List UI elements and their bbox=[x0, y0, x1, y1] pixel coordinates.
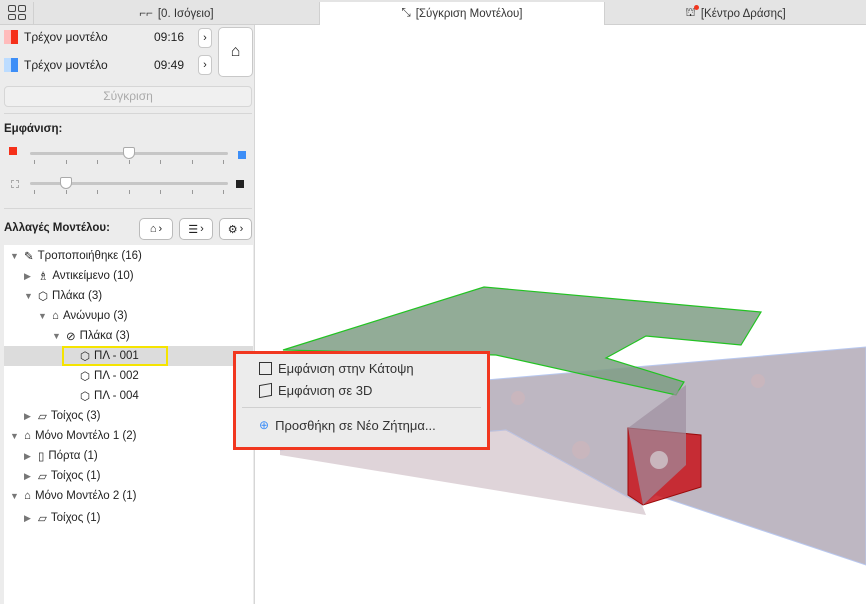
building-icon: ⌂ bbox=[24, 490, 31, 502]
plan-view-icon bbox=[259, 361, 272, 375]
transparent-square-icon bbox=[11, 180, 19, 188]
model-1-select-button[interactable]: › bbox=[198, 28, 212, 48]
tab-action-center[interactable]: ⛫ [Κέντρο Δράσης] bbox=[604, 2, 866, 25]
tab-floor-plan[interactable]: ⌐⌐ [0. Ισόγειο] bbox=[33, 2, 319, 25]
tree-item[interactable]: ▼ ⌂ Ανώνυμο (3) bbox=[38, 306, 127, 326]
changes-tree: ▼ ✎ Τροποποιήθηκε (16) ▶ ♗ Αντικείμενο (10) … bbox=[4, 245, 253, 604]
display-label: Εμφάνιση: bbox=[4, 123, 63, 135]
add-issue-icon: ⊕ bbox=[259, 418, 270, 432]
model-row-2: Τρέχον μοντέλο 09:49 bbox=[4, 58, 184, 72]
floor-plan-icon: ⌐⌐ bbox=[139, 7, 153, 20]
model-row-1: Τρέχον μοντέλο 09:16 bbox=[4, 30, 184, 44]
checklist-icon: ☰ bbox=[188, 223, 199, 236]
slab-icon: ⬡ bbox=[80, 371, 91, 383]
tree-item[interactable]: ▼ ⌂ Μόνο Μοντέλο 2 (1) bbox=[10, 486, 136, 506]
checklist-button[interactable]: ☰ › bbox=[179, 218, 213, 240]
wall-icon: ▱ bbox=[38, 471, 47, 483]
red-swatch-icon bbox=[4, 30, 18, 44]
3d-viewport[interactable] bbox=[256, 25, 866, 604]
overlay-slider-thumb[interactable] bbox=[123, 147, 135, 159]
blue-swatch-icon bbox=[4, 58, 18, 72]
model-2-select-button[interactable]: › bbox=[198, 55, 212, 75]
filter-button[interactable]: ⌂ › bbox=[139, 218, 173, 240]
slab-icon: ⬡ bbox=[38, 291, 49, 303]
layer-icon: ⊘ bbox=[66, 331, 76, 343]
tree-item-selected[interactable]: ⬡ ΠΛ - 001 bbox=[80, 346, 139, 366]
tab-bar: ⌐⌐ [0. Ισόγειο] ⤡ [Σύγκριση Μοντέλου] ⛫ [Κέ… bbox=[0, 0, 866, 25]
blue-overlay-icon bbox=[238, 151, 246, 159]
tree-item[interactable]: ▼ ⌂ Μόνο Μοντέλο 1 (2) bbox=[10, 426, 136, 446]
model-3d-render bbox=[279, 286, 866, 566]
slab-icon: ⬡ bbox=[80, 391, 91, 403]
tree-item[interactable]: ▶ ▱ Τοίχος (1) bbox=[24, 508, 101, 528]
tree-item[interactable]: ▶ ▱ Τοίχος (1) bbox=[24, 466, 101, 486]
tab-model-compare[interactable]: ⤡ [Σύγκριση Μοντέλου] bbox=[319, 2, 604, 25]
swap-models-button[interactable]: ⌂ bbox=[218, 27, 253, 77]
slab-icon: ⬡ bbox=[80, 351, 91, 363]
tree-item[interactable]: ⬡ ΠΛ - 002 bbox=[80, 366, 139, 386]
lighthouse-icon: ⛫ bbox=[685, 5, 699, 21]
cube-icon bbox=[259, 382, 272, 398]
settings-button[interactable]: ⚙ › bbox=[219, 218, 252, 240]
menu-item-add-to-new-issue[interactable]: ⊕ Προσθήκη σε Νέο Ζήτημα... bbox=[239, 414, 484, 436]
tree-item[interactable]: ▶ ▱ Τοίχος (3) bbox=[24, 406, 101, 426]
tree-item[interactable]: ▼ ✎ Τροποποιήθηκε (16) bbox=[10, 246, 142, 266]
context-menu: Εμφάνιση στην Κάτοψη Εμφάνιση σε 3D ⊕ Προ… bbox=[233, 351, 490, 450]
opaque-square-icon bbox=[236, 180, 244, 188]
divider bbox=[4, 113, 252, 114]
menu-item-show-in-plan[interactable]: Εμφάνιση στην Κάτοψη bbox=[239, 357, 484, 379]
pencil-icon: ✎ bbox=[24, 251, 34, 263]
compare-icon: ⤡ bbox=[401, 7, 411, 19]
wall-icon: ▱ bbox=[38, 513, 47, 525]
changes-label: Αλλαγές Μοντέλου: bbox=[4, 222, 110, 234]
tree-item[interactable]: ▶ ▯ Πόρτα (1) bbox=[24, 446, 98, 466]
wall-icon: ▱ bbox=[38, 411, 47, 423]
door-icon: ▯ bbox=[38, 451, 45, 463]
house-icon: ⌂ bbox=[230, 43, 241, 60]
grid-view-icon[interactable] bbox=[8, 5, 26, 20]
object-icon: ♗ bbox=[38, 271, 49, 283]
tree-item[interactable]: ▼ ⊘ Πλάκα (3) bbox=[52, 326, 130, 346]
menu-item-show-in-3d[interactable]: Εμφάνιση σε 3D bbox=[239, 379, 484, 401]
building-icon: ⌂ bbox=[24, 430, 31, 442]
compare-button[interactable]: Σύγκριση bbox=[4, 86, 252, 107]
tree-item[interactable]: ⬡ ΠΛ - 004 bbox=[80, 386, 139, 406]
tree-item[interactable]: ▼ ⬡ Πλάκα (3) bbox=[24, 286, 102, 306]
compare-panel: Τρέχον μοντέλο 09:16 › Τρέχον μοντέλο 09:4… bbox=[0, 25, 255, 604]
filter-icon: ⌂ bbox=[149, 223, 157, 235]
building-icon: ⌂ bbox=[52, 310, 59, 322]
tree-item[interactable]: ▶ ♗ Αντικείμενο (10) bbox=[24, 266, 134, 286]
transparency-slider-thumb[interactable] bbox=[60, 177, 72, 189]
gear-icon: ⚙ bbox=[227, 223, 238, 236]
red-overlay-icon bbox=[9, 147, 17, 155]
